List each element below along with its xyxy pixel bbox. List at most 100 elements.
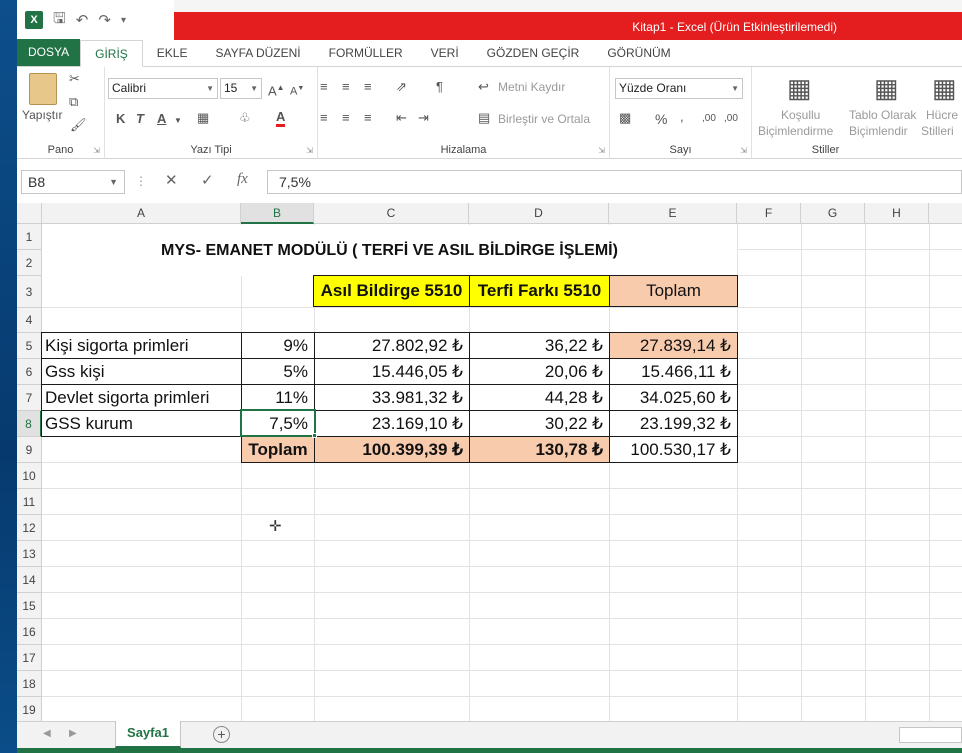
row-header-5[interactable]: 5	[17, 333, 42, 359]
cell-asil[interactable]: 33.981,32 ₺	[314, 384, 470, 411]
save-icon[interactable]: 🖫	[53, 8, 66, 33]
font-size-select[interactable]: 15 ▼	[220, 78, 262, 99]
dialog-launcher-icon[interactable]: ⇲	[598, 146, 605, 155]
font-family-select[interactable]: Calibri ▼	[108, 78, 218, 99]
cell-label[interactable]: GSS kurum	[41, 410, 242, 437]
paste-icon[interactable]	[29, 73, 57, 105]
number-format-select[interactable]: Yüzde Oranı ▼	[615, 78, 743, 99]
cell-rate[interactable]: 11%	[241, 384, 315, 411]
row-header-4[interactable]: 4	[17, 308, 42, 333]
cell-label[interactable]: Devlet sigorta primleri	[41, 384, 242, 411]
cell-toplam[interactable]: 23.199,32 ₺	[609, 410, 738, 437]
tab-sayfa-duzeni[interactable]: SAYFA DÜZENİ	[201, 40, 314, 66]
cell-rate[interactable]: 9%	[241, 332, 315, 359]
dialog-launcher-icon[interactable]: ⇲	[306, 146, 313, 155]
header-toplam[interactable]: Toplam	[609, 275, 738, 307]
row-header-8[interactable]: 8	[17, 411, 42, 437]
format-as-table-icon[interactable]: ▦	[874, 73, 899, 103]
select-all-button[interactable]	[17, 203, 42, 224]
enter-icon[interactable]: ✓	[201, 171, 214, 189]
currency-format-icon[interactable]: ▩	[619, 110, 631, 126]
row-header-18[interactable]: 18	[17, 671, 42, 697]
cell-terfi[interactable]: 36,22 ₺	[469, 332, 610, 359]
align-center-icon[interactable]: ≡	[342, 110, 350, 126]
middle-align-icon[interactable]: ≡	[342, 79, 350, 95]
row-header-2[interactable]: 2	[17, 250, 42, 276]
orientation-icon[interactable]: ⇗	[396, 79, 407, 95]
cell-styles-label-1[interactable]: Hücre	[926, 108, 958, 122]
column-header-b[interactable]: B	[241, 203, 314, 224]
row-header-10[interactable]: 10	[17, 463, 42, 489]
row-header-11[interactable]: 11	[17, 489, 42, 515]
undo-icon[interactable]: ↶	[76, 11, 89, 29]
row-header-12[interactable]: 12	[17, 515, 42, 541]
bold-button[interactable]: K	[116, 111, 125, 127]
total-label[interactable]: Toplam	[241, 436, 315, 463]
cell-label[interactable]: Kişi sigorta primleri	[41, 332, 242, 359]
scroll-right-icon[interactable]: ▶	[69, 728, 77, 739]
column-header-partial[interactable]	[929, 203, 962, 224]
tab-giris[interactable]: GİRİŞ	[80, 40, 143, 67]
bottom-align-icon[interactable]: ≡	[364, 79, 372, 95]
font-color-icon[interactable]: A	[276, 110, 286, 127]
grow-font-icon[interactable]: A▲	[268, 80, 285, 99]
top-align-icon[interactable]: ≡	[320, 79, 328, 95]
row-header-6[interactable]: 6	[17, 359, 42, 385]
underline-dropdown-icon[interactable]: ▼	[174, 113, 182, 129]
tab-gorunum[interactable]: GÖRÜNÜM	[593, 40, 684, 66]
customize-quick-access-icon[interactable]: ▾	[121, 15, 126, 26]
column-header-d[interactable]: D	[469, 203, 609, 224]
paste-button[interactable]: Yapıştır	[22, 108, 62, 122]
tab-gozden-gecir[interactable]: GÖZDEN GEÇİR	[473, 40, 594, 66]
sheet-tab-sayfa1[interactable]: Sayfa1	[115, 721, 181, 748]
align-right-icon[interactable]: ≡	[364, 110, 372, 126]
cell-styles-icon[interactable]: ▦	[932, 73, 957, 103]
format-as-table-label-1[interactable]: Tablo Olarak	[849, 108, 916, 122]
tab-dosya[interactable]: DOSYA	[17, 39, 81, 66]
add-sheet-button[interactable]: +	[213, 726, 230, 743]
dialog-launcher-icon[interactable]: ⇲	[740, 146, 747, 155]
underline-button[interactable]: A	[157, 111, 166, 127]
row-header-13[interactable]: 13	[17, 541, 42, 567]
cell-label[interactable]: Gss kişi	[41, 358, 242, 385]
row-header-16[interactable]: 16	[17, 619, 42, 645]
redo-icon[interactable]: ↷	[98, 11, 111, 29]
header-terfi-farki[interactable]: Terfi Farkı 5510	[469, 275, 610, 307]
cell-rate[interactable]: 5%	[241, 358, 315, 385]
format-painter-icon[interactable]: 🖌	[70, 117, 87, 133]
name-box[interactable]: B8 ▼	[21, 170, 125, 194]
column-header-e[interactable]: E	[609, 203, 737, 224]
cell-toplam[interactable]: 27.839,14 ₺	[609, 332, 738, 359]
dialog-launcher-icon[interactable]: ⇲	[93, 146, 100, 155]
merge-center-icon[interactable]: ▤	[478, 110, 490, 126]
cell-asil[interactable]: 15.446,05 ₺	[314, 358, 470, 385]
insert-function-icon[interactable]: fx	[237, 171, 248, 188]
scroll-left-icon[interactable]: ◀	[43, 728, 51, 739]
conditional-formatting-label-2[interactable]: Biçimlendirme	[758, 124, 833, 138]
column-header-a[interactable]: A	[42, 203, 241, 224]
conditional-formatting-label-1[interactable]: Koşullu	[781, 108, 820, 122]
copy-icon[interactable]: ⧉	[69, 94, 78, 110]
cell-toplam[interactable]: 34.025,60 ₺	[609, 384, 738, 411]
total-asil[interactable]: 100.399,39 ₺	[314, 436, 470, 463]
column-header-c[interactable]: C	[314, 203, 469, 224]
row-header-9[interactable]: 9	[17, 437, 42, 463]
decrease-indent-icon[interactable]: ⇤	[396, 110, 407, 126]
align-left-icon[interactable]: ≡	[320, 110, 328, 126]
cell-terfi[interactable]: 30,22 ₺	[469, 410, 610, 437]
row-header-7[interactable]: 7	[17, 385, 42, 411]
percent-style-button[interactable]: %	[655, 111, 667, 127]
cell-asil[interactable]: 23.169,10 ₺	[314, 410, 470, 437]
conditional-formatting-icon[interactable]: ▦	[787, 73, 812, 103]
sheet-title[interactable]: MYS- EMANET MODÜLÜ ( TERFİ VE ASIL BİLDİ…	[42, 225, 737, 276]
increase-indent-icon[interactable]: ⇥	[418, 110, 429, 126]
header-asil-bildirge[interactable]: Asıl Bildirge 5510	[313, 275, 470, 307]
fill-color-icon[interactable]: ♧	[239, 110, 251, 126]
italic-button[interactable]: T	[136, 111, 144, 127]
cancel-icon[interactable]: ✕	[165, 171, 178, 189]
format-as-table-label-2[interactable]: Biçimlendir	[849, 124, 908, 138]
total-terfi[interactable]: 130,78 ₺	[469, 436, 610, 463]
wrap-text-button[interactable]: Metni Kaydır	[498, 80, 565, 94]
paragraph-direction-icon[interactable]: ¶	[436, 79, 443, 95]
row-header-19[interactable]: 19	[17, 697, 42, 721]
